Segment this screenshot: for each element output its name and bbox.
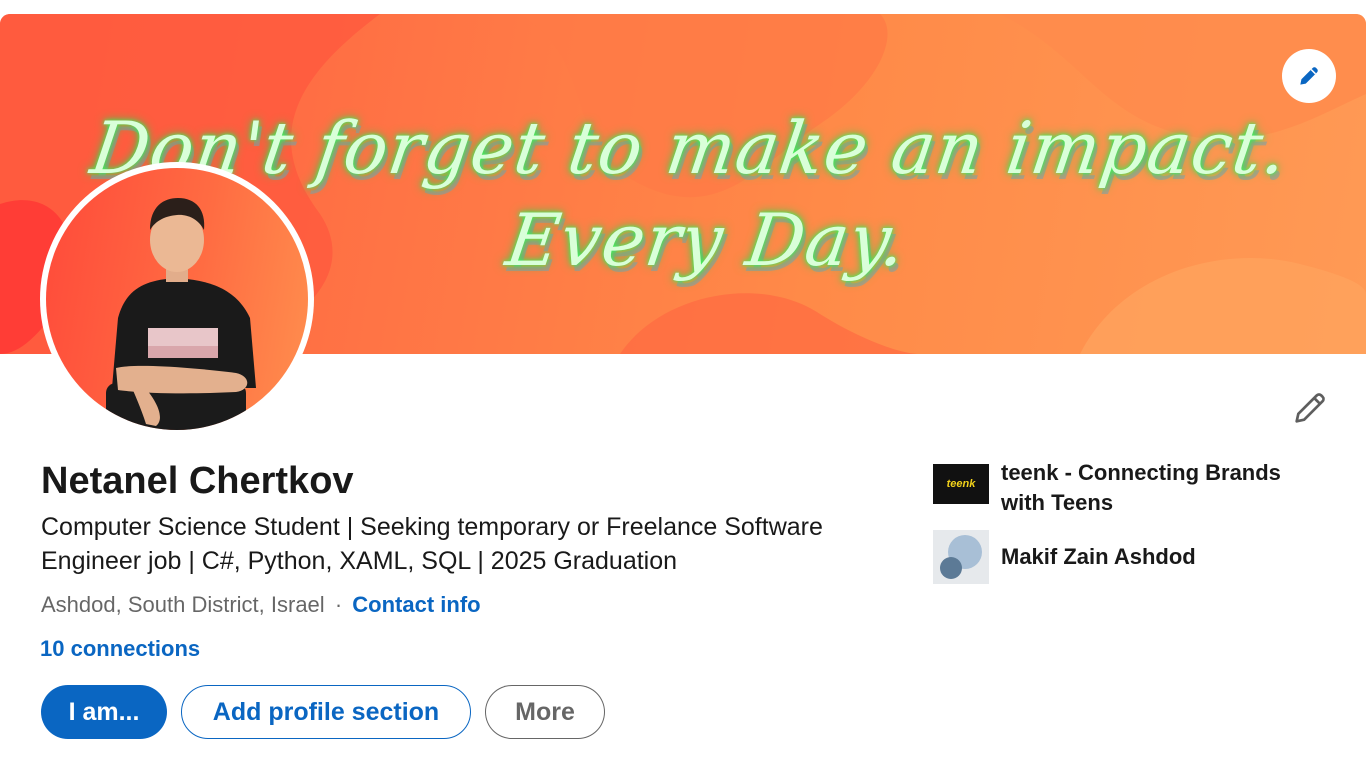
add-profile-section-button[interactable]: Add profile section: [181, 685, 471, 739]
affiliation-name: teenk - Connecting Brands with Teens: [1001, 460, 1281, 515]
affiliation-teenk[interactable]: teenk teenk - Connecting Brands with Tee…: [933, 458, 1331, 518]
contact-info-link[interactable]: Contact info: [352, 592, 480, 617]
location-row: Ashdod, South District, Israel · Contact…: [41, 592, 481, 618]
affiliation-makif-zain[interactable]: Makif Zain Ashdod: [933, 530, 1331, 584]
profile-photo-image: [46, 168, 308, 430]
banner-quote-line1: Don't forget to make an impact.: [85, 106, 1293, 190]
pencil-icon: [1300, 67, 1318, 85]
profile-photo[interactable]: [40, 162, 314, 436]
edit-intro-button[interactable]: [1290, 388, 1330, 428]
person-silhouette: [106, 198, 256, 430]
affiliation-name: Makif Zain Ashdod: [1001, 544, 1196, 569]
separator-dot: ·: [334, 592, 343, 617]
pencil-outline-icon: [1295, 393, 1325, 423]
connections-link[interactable]: 10 connections: [40, 636, 200, 662]
open-to-button[interactable]: I am...: [41, 685, 167, 739]
edit-banner-button[interactable]: [1282, 49, 1336, 103]
teenk-logo: teenk: [933, 464, 989, 504]
profile-card: Don't forget to make an impact. Every Da…: [0, 0, 1366, 768]
more-button[interactable]: More: [485, 685, 605, 739]
school-logo-shape: [940, 535, 982, 579]
profile-name: Netanel Chertkov: [41, 460, 354, 502]
school-logo-icon: [933, 530, 989, 584]
teenk-logo-text: teenk: [946, 478, 976, 490]
profile-headline: Computer Science Student | Seeking tempo…: [41, 513, 823, 575]
profile-location: Ashdod, South District, Israel: [41, 592, 325, 617]
